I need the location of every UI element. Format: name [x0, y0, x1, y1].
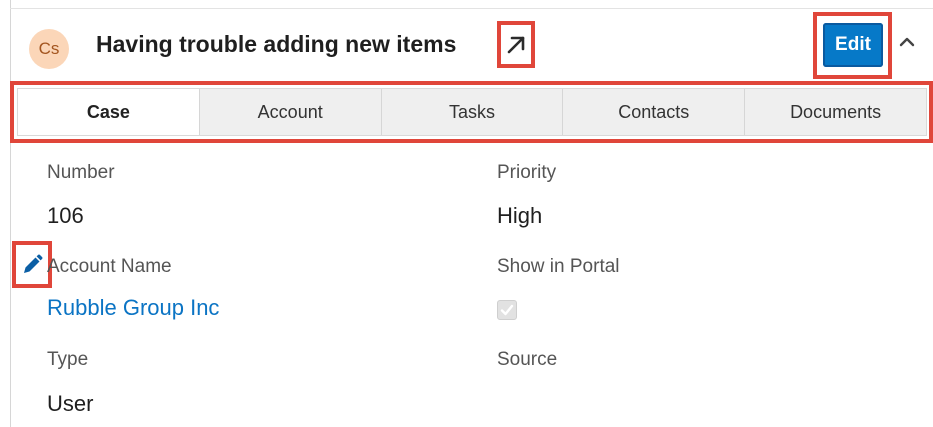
tab-documents[interactable]: Documents	[745, 89, 926, 135]
avatar: Cs	[29, 29, 69, 69]
record-title: Having trouble adding new items	[96, 31, 457, 57]
number-label: Number	[47, 162, 115, 183]
source-label: Source	[497, 349, 558, 370]
show-in-portal-checkbox[interactable]	[497, 300, 517, 320]
account-name-label: Account Name	[47, 256, 172, 277]
chevron-up-icon	[899, 37, 915, 47]
collapse-button[interactable]	[896, 31, 918, 53]
edit-button[interactable]: Edit	[823, 23, 883, 67]
inline-edit-button[interactable]	[12, 241, 52, 288]
account-name-link[interactable]: Rubble Group Inc	[47, 295, 219, 321]
number-value: 106	[47, 203, 84, 228]
external-link-button[interactable]	[497, 21, 535, 68]
external-link-icon	[507, 36, 525, 53]
type-label: Type	[47, 349, 89, 370]
priority-label: Priority	[497, 162, 557, 183]
show-in-portal-label: Show in Portal	[497, 256, 620, 277]
record-tabs: Case Account Tasks Contacts Documents	[17, 88, 927, 136]
priority-value: High	[497, 203, 543, 228]
checkmark-icon	[500, 304, 514, 316]
pencil-icon	[24, 254, 43, 273]
tab-contacts[interactable]: Contacts	[563, 89, 746, 135]
type-value: User	[47, 391, 94, 416]
tab-tasks[interactable]: Tasks	[382, 89, 564, 135]
record-header: Cs Having trouble adding new items Edit	[10, 9, 933, 81]
tab-case[interactable]: Case	[18, 89, 200, 135]
tab-account[interactable]: Account	[200, 89, 382, 135]
